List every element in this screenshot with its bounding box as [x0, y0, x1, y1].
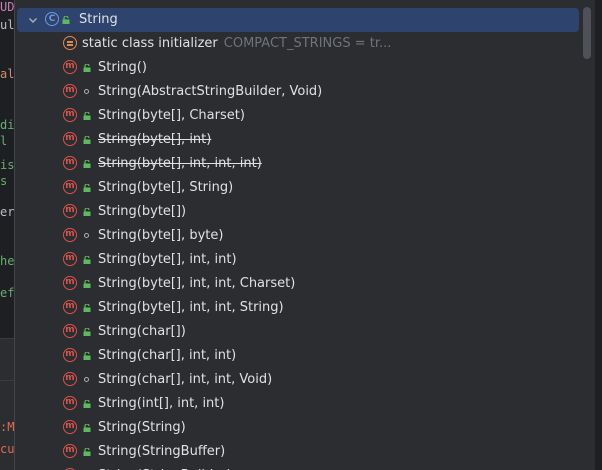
method-label: String(byte[], int)	[98, 132, 212, 147]
method-icon: m	[63, 348, 77, 362]
public-lock-icon	[83, 256, 91, 264]
background-code-fragment: ef	[0, 286, 14, 300]
tree-node-method[interactable]: m String(byte[], String)	[15, 176, 585, 200]
background-code-fragment: ul	[0, 18, 14, 32]
public-lock-icon	[83, 208, 91, 216]
tree-node-method[interactable]: m String(byte[], byte)	[15, 224, 585, 248]
method-icon: m	[63, 84, 77, 98]
method-label: String(StringBuffer)	[98, 444, 226, 459]
initializer-text: static class initializer COMPACT_STRINGS …	[82, 36, 391, 51]
method-icon: m	[63, 228, 77, 242]
structure-popup: C String static class initializer COMPACT…	[14, 0, 595, 470]
tree-node-method[interactable]: m String(byte[], int, int)	[15, 248, 585, 272]
tree-node-method[interactable]: m String(byte[], int, int, Charset)	[15, 272, 585, 296]
method-label: String(byte[], int, int, int)	[98, 156, 262, 171]
vertical-scrollbar-thumb[interactable]	[583, 7, 591, 59]
class-icon: C	[45, 12, 59, 26]
public-lock-icon	[83, 424, 91, 432]
method-icon: m	[63, 252, 77, 266]
tree-node-method[interactable]: m String(AbstractStringBuilder, Void)	[15, 80, 585, 104]
method-icon: m	[63, 300, 77, 314]
background-editor: UD ul al dir l U is s er he ef :M cu	[0, 0, 14, 470]
tree-node-method[interactable]: m String(String)	[15, 416, 585, 440]
tree-node-method[interactable]: m String(char[], int, int)	[15, 344, 585, 368]
tree-node-method[interactable]: m String(byte[])	[15, 200, 585, 224]
method-label: String(char[], int, int)	[98, 348, 237, 363]
method-icon: m	[63, 156, 77, 170]
public-lock-icon	[83, 448, 91, 456]
tree-node-method[interactable]: m String(int[], int, int)	[15, 392, 585, 416]
background-divider	[0, 380, 14, 381]
tree-node-method[interactable]: m String(byte[], int, int, int)	[15, 152, 585, 176]
tree-node-method[interactable]: m String(byte[], Charset)	[15, 104, 585, 128]
method-label: String(char[])	[98, 324, 186, 339]
tree-node-method[interactable]: mString(StringBuilder)	[15, 464, 585, 470]
background-code-fragment: cu	[0, 442, 14, 456]
background-code-fragment: l U	[0, 134, 14, 148]
public-lock-icon	[83, 304, 91, 312]
static-initializer-icon	[63, 36, 77, 50]
public-lock-icon	[83, 328, 91, 336]
tree-node-method[interactable]: m String(StringBuffer)	[15, 440, 585, 464]
public-lock-icon	[83, 280, 91, 288]
background-code-fragment: dir	[0, 118, 14, 132]
method-icon: m	[63, 276, 77, 290]
package-private-icon	[84, 233, 89, 238]
background-code-fragment: :M	[0, 420, 14, 434]
method-label: String(byte[])	[98, 204, 187, 219]
method-label: String(byte[], int, int, String)	[98, 300, 284, 315]
method-icon: m	[63, 60, 77, 74]
background-code-fragment: er	[0, 205, 14, 219]
initializer-hint: COMPACT_STRINGS = tr...	[223, 36, 392, 51]
tree-node-method[interactable]: m String()	[15, 56, 585, 80]
background-code-fragment: he	[0, 254, 14, 268]
method-label: String(byte[], byte)	[98, 228, 224, 243]
background-code-fragment: s	[0, 174, 8, 188]
background-code-fragment: is	[0, 158, 14, 172]
tree-node-root-class[interactable]: C String	[17, 8, 579, 32]
method-label: String(byte[], int, int)	[98, 252, 237, 267]
background-code-fragment: al	[0, 67, 14, 81]
tree-node-method[interactable]: m String(char[])	[15, 320, 585, 344]
method-label: String()	[98, 60, 147, 75]
tree-node-method[interactable]: m String(char[], int, int, Void)	[15, 368, 585, 392]
method-label: String(String)	[98, 420, 186, 435]
public-lock-icon	[83, 160, 91, 168]
method-icon: m	[63, 204, 77, 218]
package-private-icon	[84, 377, 89, 382]
background-code-fragment: UD	[0, 0, 14, 14]
public-lock-icon	[83, 64, 91, 72]
method-label: String(int[], int, int)	[98, 396, 225, 411]
method-label: String(byte[], String)	[98, 180, 234, 195]
method-icon: m	[63, 420, 77, 434]
method-label: String(byte[], int, int, Charset)	[98, 276, 296, 291]
method-icon: m	[63, 108, 77, 122]
class-name-label: String	[79, 12, 118, 27]
tree-node-method[interactable]: m String(byte[], int)	[15, 128, 585, 152]
package-private-icon	[84, 89, 89, 94]
method-icon: m	[63, 372, 77, 386]
method-icon: m	[63, 132, 77, 146]
method-icon: m	[63, 444, 77, 458]
method-icon: m	[63, 324, 77, 338]
tree-node-static-initializer[interactable]: static class initializer COMPACT_STRINGS …	[15, 32, 585, 56]
public-lock-icon	[83, 136, 91, 144]
public-lock-icon	[62, 16, 70, 24]
public-lock-icon	[83, 184, 91, 192]
chevron-down-icon[interactable]	[27, 14, 39, 26]
tree-node-method[interactable]: m String(byte[], int, int, String)	[15, 296, 585, 320]
method-icon: m	[63, 180, 77, 194]
public-lock-icon	[83, 352, 91, 360]
initializer-label: static class initializer	[82, 36, 218, 51]
public-lock-icon	[83, 112, 91, 120]
method-label: String(char[], int, int, Void)	[98, 372, 273, 387]
method-label: String(byte[], Charset)	[98, 108, 245, 123]
method-label: String(AbstractStringBuilder, Void)	[98, 84, 323, 99]
public-lock-icon	[83, 400, 91, 408]
method-icon: m	[63, 396, 77, 410]
